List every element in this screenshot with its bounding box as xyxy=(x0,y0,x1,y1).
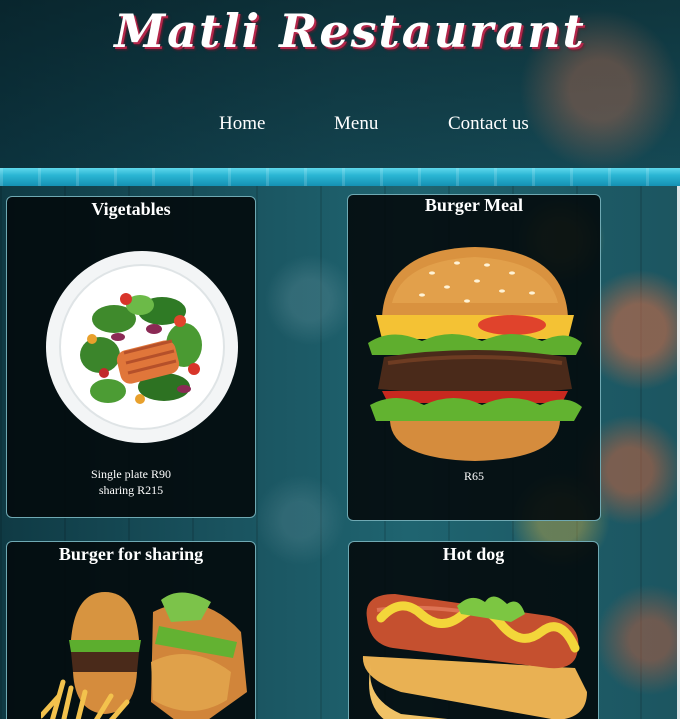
menu-card-title: Vigetables xyxy=(91,199,171,219)
menu-card-title: Burger Meal xyxy=(424,195,524,215)
menu-card-price: Single plate R90 sharing R215 xyxy=(7,466,255,498)
nav-home-link[interactable]: Home xyxy=(219,113,265,135)
menu-card-burger-for-sharing[interactable]: Burger for sharing xyxy=(6,541,256,719)
price-line: R65 xyxy=(463,469,484,483)
header-stripe xyxy=(0,168,680,186)
menu-card-title: Hot dog xyxy=(442,544,505,564)
salad-plate-image xyxy=(46,251,238,443)
price-line: Single plate R90 xyxy=(91,467,171,481)
price-line: sharing R215 xyxy=(98,483,164,497)
menu-card-vegetables[interactable]: Vigetables Single plate R90 sharing R215 xyxy=(6,196,256,518)
menu-card-burger-meal[interactable]: Burger Meal R65 xyxy=(347,194,601,521)
site-header: Matli Restaurant Home Menu Contact us xyxy=(0,0,680,168)
nav-contact-link[interactable]: Contact us xyxy=(448,113,529,135)
burger-image xyxy=(368,247,582,461)
site-title: Matli Restaurant xyxy=(114,4,586,58)
burgers-fries-image xyxy=(41,592,247,719)
main-nav: Home Menu Contact us xyxy=(0,113,680,137)
hotdog-image xyxy=(362,594,587,719)
menu-card-price: R65 xyxy=(348,468,600,484)
nav-menu-link[interactable]: Menu xyxy=(334,113,378,135)
menu-card-hot-dog[interactable]: Hot dog xyxy=(348,541,599,719)
menu-card-title: Burger for sharing xyxy=(58,544,204,564)
